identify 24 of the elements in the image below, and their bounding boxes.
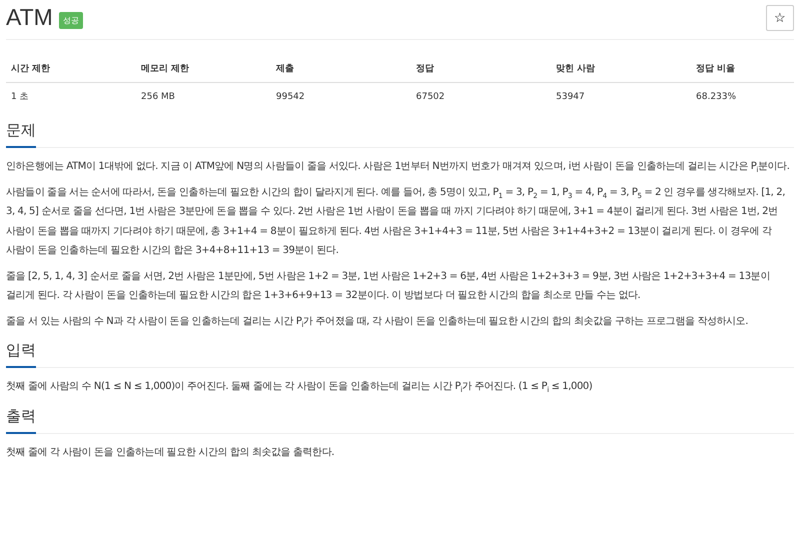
paragraph: 줄을 서 있는 사람의 수 N과 각 사람이 돈을 인출하는데 걸리는 시간 P$_{i}$가 주어졌을 때, 각 사람이 돈을 인출하는데 필요한 시간의 합의 최솟값을 구하는 프로그램을 작성하시오. (6, 314, 750, 330)
paragraph: 줄을 [2, 5, 1, 4, 3] 순서로 줄을 서면, 2번 사람은 1분만에, 5번 사람은 1+2 = 3분, 1번 사람은 1+2+3 = 6분, 4번 사람은 1+2+3+3 = 9분, 3번 사람은 1+2+3+3+4 = 13분이 걸리게 된다. 각 사람이 돈을 인출하는데 필요한 시간의 합은 1+3+6+9+13 = 32분이다. 이 방법보다 더 필요한 시간의 합을 최소로 만들 수는 없다. (6, 270, 771, 303)
column-header: 제출 (271, 50, 411, 82)
table-cell: 53947 (551, 82, 691, 111)
column-header: 맞힌 사람 (551, 50, 691, 82)
favorite-button[interactable]: ☆ (766, 4, 794, 30)
table-cell: 67502 (411, 82, 551, 111)
table-cell: 99542 (271, 82, 411, 111)
section-heading: 출력 (6, 404, 36, 434)
paragraph: 사람들이 줄을 서는 순서에 따라서, 돈을 인출하는데 필요한 시간의 합이 달라지게 된다. 예를 들어, 총 5명이 있고, P$_{1}$ = 3, P$_{2}$ = 1, P$_{3}$ = 4, P$_{4}$ = 3, P$_{5}$ = 2 인 경우를 생각해보자. [1, 2, 3, 4, 5] 순서로 줄을 선다면, 1번 사람은 3분만에 돈을 뽑을 수 있다. 2번 사람은 1번 사람이 돈을 뽑을 때 까지 기다려야 하기 때문에, 3+1 = 4분이 걸리게 된다. 3번 사람은 1번, 2번 사람이 돈을 뽑을 때까지 기다려야 하기 때문에, 총 3+1+4 = 8분이 필요하게 된다. 4번 사람은 3+1+4+3 = 11분, 5번 사람은 3+1+4+3+2 = 13분이 걸리게 된다. 이 경우에 각 사람이 돈을 인출하는데 필요한 시간의 합은 3+4+8+11+13 = 39분이 된다. (6, 186, 786, 258)
table-cell: 256 MB (136, 82, 271, 111)
column-header: 시간 제한 (6, 50, 136, 82)
column-header: 정답 (411, 50, 551, 82)
status-badge: 성공 (58, 12, 83, 29)
section-heading: 문제 (6, 119, 36, 148)
column-header: 정답 비율 (691, 50, 794, 82)
section-heading: 입력 (6, 339, 36, 368)
paragraph: 인하은행에는 ATM이 1대밖에 없다. 지금 이 ATM앞에 N명의 사람들이 줄을 서있다. 사람은 1번부터 N번까지 번호가 매겨져 있으며, i번 사람이 돈을 인출하는데 걸리는 시간은 P$_{i}$분이다. (6, 160, 790, 176)
column-header: 메모리 제한 (136, 50, 271, 82)
problem-title: ATM (6, 4, 53, 31)
table-cell: 68.233% (691, 82, 794, 111)
paragraph: 첫째 줄에 각 사람이 돈을 인출하는데 필요한 시간의 합의 최솟값을 출력한다. (6, 446, 336, 460)
paragraph: 첫째 줄에 사람의 수 N(1 ≤ N ≤ 1,000)이 주어진다. 둘째 줄에는 각 사람이 돈을 인출하는데 걸리는 시간 P$_{i}$가 주어진다. (1 ≤ P$_{i}$ ≤ 1,000) (6, 380, 594, 396)
table-cell: 1 초 (6, 82, 136, 111)
